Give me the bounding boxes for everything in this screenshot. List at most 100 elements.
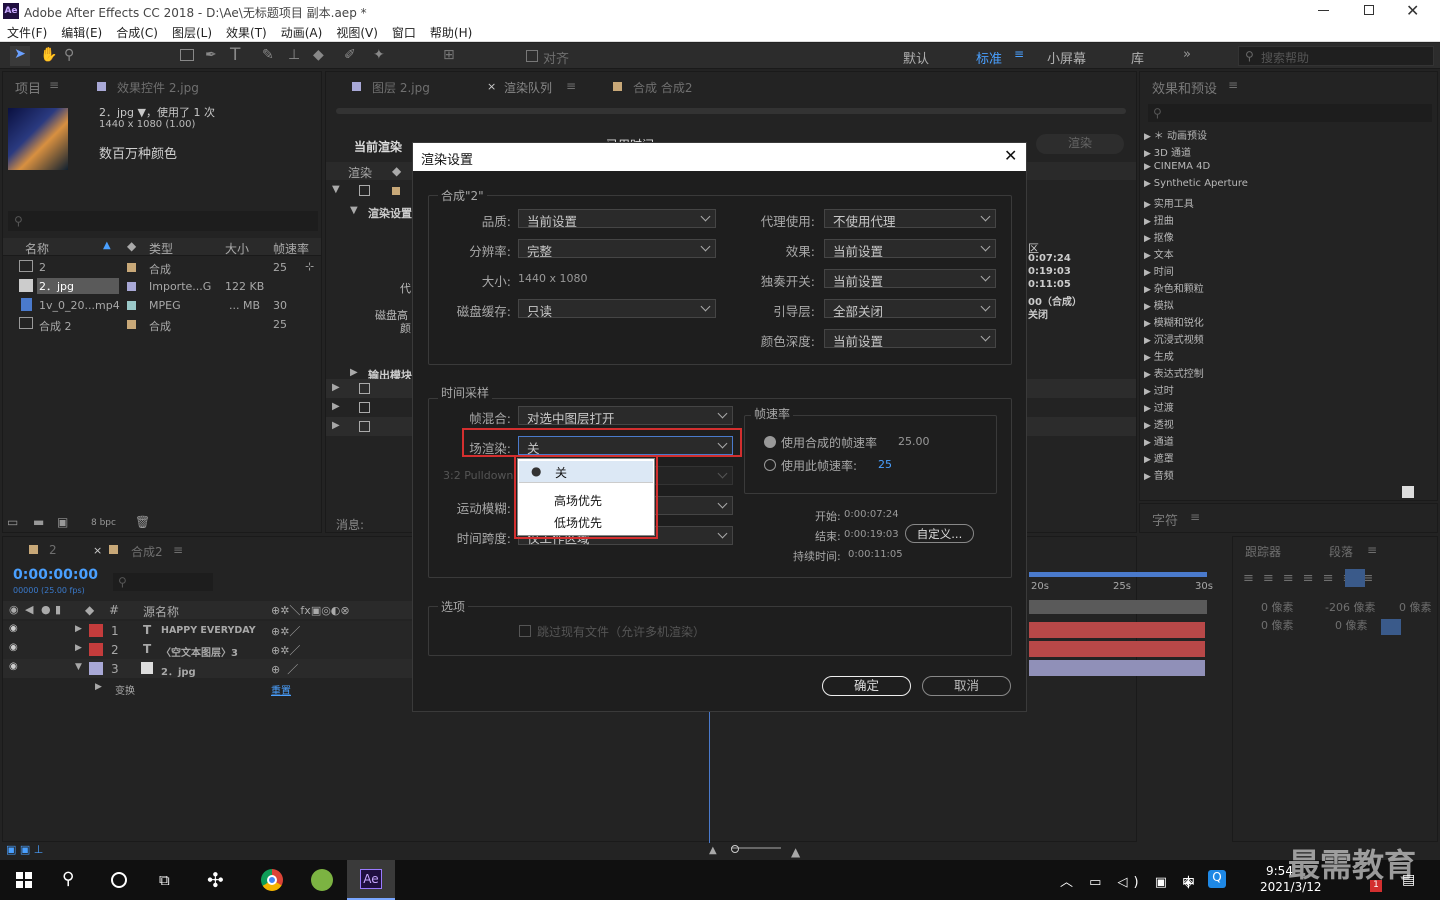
task-view-icon[interactable]: ⧉ <box>159 871 170 889</box>
effects-category[interactable]: ▶ 模糊和锐化 <box>1144 314 1434 331</box>
dialog-close-icon[interactable]: ✕ <box>1004 146 1017 165</box>
expand-arrow[interactable]: ▼ <box>332 184 340 195</box>
quality-select[interactable]: 当前设置 <box>518 209 716 229</box>
after-effects-taskbar-icon[interactable]: Ae <box>347 860 395 900</box>
transform-row[interactable]: ▶ 变换 重置 <box>3 680 413 698</box>
tab-effect-controls[interactable]: 效果控件 2.jpg <box>117 79 199 96</box>
effects-category[interactable]: ▶ 过渡 <box>1144 399 1434 416</box>
effects-category[interactable]: ▶ 沉浸式视频 <box>1144 331 1434 348</box>
character-menu-icon[interactable]: ≡ <box>1190 510 1200 524</box>
qq-icon[interactable]: Q <box>1208 870 1226 888</box>
close-tab-icon[interactable]: × <box>93 544 102 557</box>
project-menu-icon[interactable]: ≡ <box>49 78 59 92</box>
effects-category[interactable]: ▶ 过时 <box>1144 382 1434 399</box>
effects-category[interactable]: ▶ 抠像 <box>1144 229 1434 246</box>
tab-comp-main[interactable]: 合成2 <box>131 543 163 560</box>
indent-right[interactable]: 0 像素 <box>1399 599 1432 615</box>
visibility-icon[interactable]: ◉ <box>9 623 18 634</box>
menu-edit[interactable]: 编辑(E) <box>54 22 109 41</box>
workspace-library[interactable]: 库 <box>1131 48 1144 67</box>
close-tab-icon[interactable]: × <box>487 80 496 93</box>
justify-active[interactable] <box>1345 569 1365 587</box>
trash-icon[interactable]: 🗑 <box>135 515 150 529</box>
col-name[interactable]: 名称 <box>25 240 49 257</box>
ime-indicator[interactable]: 中 <box>1182 872 1195 891</box>
resolution-select[interactable]: 完整 <box>518 239 716 259</box>
timecode[interactable]: 0:00:00:00 <box>13 567 98 583</box>
align-checkbox[interactable] <box>526 50 538 62</box>
switch-icons[interactable]: ⊕✲／ <box>271 623 300 639</box>
minimize-button[interactable] <box>1318 10 1329 11</box>
restore-button[interactable] <box>1364 5 1374 15</box>
new-bin-icon[interactable] <box>1402 486 1414 498</box>
brush-tool-icon[interactable]: ✎ <box>262 47 274 63</box>
workspace-small[interactable]: 小屏幕 <box>1047 48 1086 67</box>
action-center-icon[interactable]: ▤ <box>1402 872 1415 888</box>
effects-category[interactable]: ▶ 通道 <box>1144 433 1434 450</box>
visibility-icon[interactable]: ◉ <box>9 642 18 653</box>
menu-layer[interactable]: 图层(L) <box>165 22 219 41</box>
pen-tool-icon[interactable]: ✒ <box>205 47 217 63</box>
effects-category[interactable]: ▶ 音频 <box>1144 467 1434 484</box>
cortana-icon[interactable] <box>111 872 127 888</box>
settings-arrow[interactable]: ▼ <box>350 205 358 216</box>
twirl-icon[interactable]: ▼ <box>75 662 82 672</box>
effects-category[interactable]: ▶ 模拟 <box>1144 297 1434 314</box>
menu-help[interactable]: 帮助(H) <box>423 22 479 41</box>
effects-select[interactable]: 当前设置 <box>824 239 996 259</box>
table-row[interactable]: ◉ ▶ 2 T 〈空文本图层〉3 ⊕✲／ <box>3 640 413 659</box>
effects-category[interactable]: ▶ 3D 通道 <box>1144 144 1434 161</box>
direction-active[interactable] <box>1381 619 1401 635</box>
list-item[interactable]: 1v_0_20...mp4 MPEG ... MB 30 <box>3 296 321 315</box>
list-item[interactable]: 2．jpg Importe...G 122 KB <box>3 277 321 296</box>
twirl-icon[interactable]: ▶ <box>75 624 82 634</box>
visibility-icon[interactable]: ◉ <box>9 661 18 672</box>
new-comp-icon[interactable]: ▣ <box>57 515 68 529</box>
effects-category[interactable]: ▶ 遮罩 <box>1144 450 1434 467</box>
tab-project[interactable]: 项目 <box>15 78 41 97</box>
proxy-select[interactable]: 不使用代理 <box>824 209 996 229</box>
paragraph-menu-icon[interactable]: ≡ <box>1367 543 1377 557</box>
indent-left[interactable]: 0 像素 <box>1261 599 1294 615</box>
menu-effect[interactable]: 效果(T) <box>219 22 274 41</box>
folder-icon[interactable]: ▬ <box>33 515 44 529</box>
tab-effects-presets[interactable]: 效果和预设 <box>1152 78 1217 97</box>
field-option-off[interactable]: ● 关 <box>519 461 653 483</box>
rect-tool-icon[interactable] <box>180 49 194 61</box>
reset-link[interactable]: 重置 <box>271 682 291 697</box>
guide-select[interactable]: 全部关闭 <box>824 299 996 319</box>
layer-bar-2[interactable] <box>1029 641 1205 657</box>
timeline-search[interactable]: ⚲ <box>113 573 213 591</box>
tab-layer[interactable]: 图层 2.jpg <box>372 79 430 96</box>
switch-icons[interactable]: ⊕✲／ <box>271 642 300 658</box>
col-fps[interactable]: 帧速率 <box>273 240 309 257</box>
search-icon[interactable]: ⚲ <box>62 869 74 889</box>
layer-bar-3[interactable] <box>1029 660 1205 676</box>
workspace-menu-icon[interactable]: ≡ <box>1014 47 1024 61</box>
table-row[interactable]: ◉ ▶ 1 T HAPPY EVERYDAY ⊕✲／ <box>3 621 413 640</box>
table-row[interactable]: ◉ ▼ 3 2．jpg ⊕ ／ <box>3 659 413 678</box>
interpret-icon[interactable]: ▭ <box>7 515 18 529</box>
tab-paragraph[interactable]: 段落 <box>1329 543 1353 560</box>
field-option-lower[interactable]: 低场优先 <box>554 514 602 531</box>
list-item[interactable]: 合成 2 合成 25 <box>3 315 321 334</box>
effects-category[interactable]: ▶ CINEMA 4D <box>1144 161 1434 178</box>
depth-select[interactable]: 当前设置 <box>824 329 996 349</box>
cancel-button[interactable]: 取消 <box>922 676 1011 696</box>
indent-first[interactable]: -206 像素 <box>1325 599 1375 615</box>
close-window-button[interactable]: ✕ <box>1406 1 1419 20</box>
project-search[interactable]: ⚲ <box>8 211 318 231</box>
timeline-menu-icon[interactable]: ≡ <box>173 543 183 557</box>
work-area-bar[interactable] <box>1029 572 1207 577</box>
eraser-tool-icon[interactable]: ◆ <box>313 47 324 63</box>
zoom-tool-icon[interactable]: ⚲ <box>64 47 74 63</box>
menu-animation[interactable]: 动画(A) <box>274 22 330 41</box>
tab-comp[interactable]: 合成 合成2 <box>633 79 692 96</box>
output-arrow[interactable]: ▶ <box>350 367 358 378</box>
layer-bar-1[interactable] <box>1029 622 1205 638</box>
search-help-input[interactable]: ⚲ 搜索帮助 <box>1238 46 1434 66</box>
field-render-select[interactable]: 关 <box>518 436 733 456</box>
tab-render-queue[interactable]: 渲染队列 <box>504 79 552 96</box>
tab-comp-2[interactable]: 2 <box>49 543 57 557</box>
effects-category[interactable]: ▶ 文本 <box>1144 246 1434 263</box>
